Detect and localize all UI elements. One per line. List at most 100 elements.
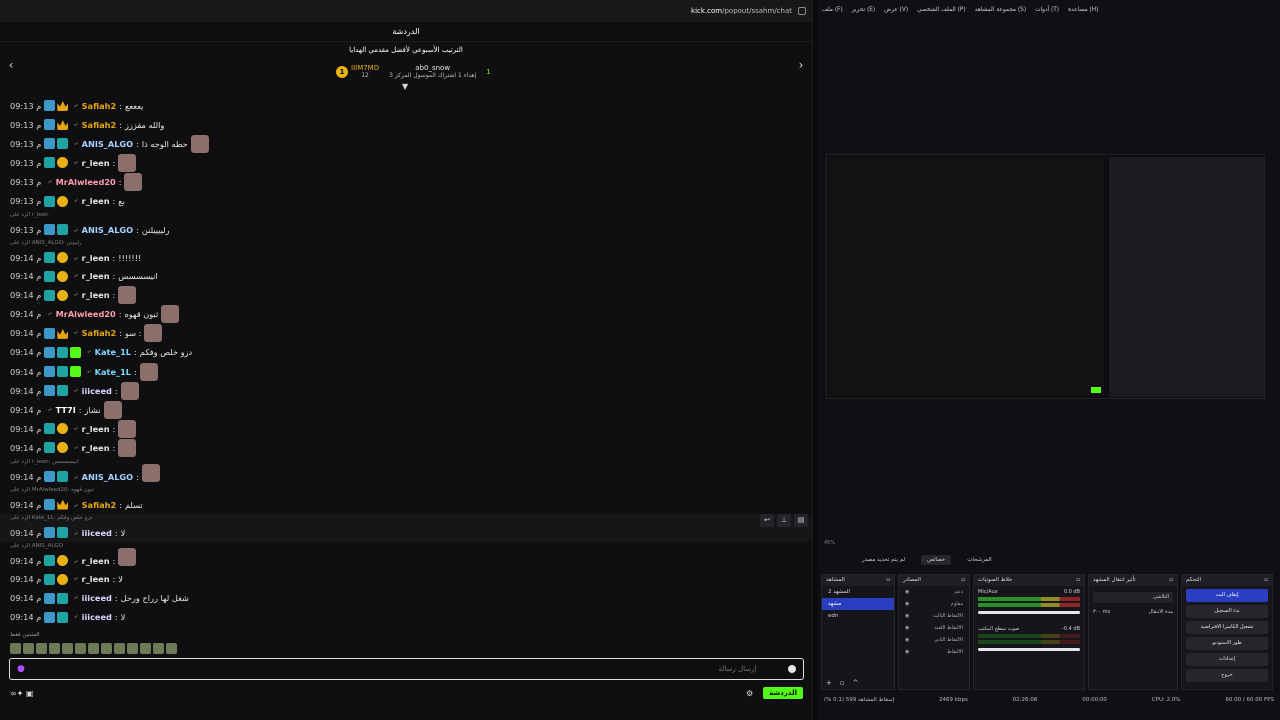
vip-badge-icon[interactable] [44,346,56,358]
reply-context[interactable]: الرد على r_leen: انيسسسس [10,459,79,465]
source-item[interactable]: ◉ دعم [899,586,969,598]
emote[interactable] [88,643,99,654]
reply-arrow-icon[interactable]: ⤶ [74,140,77,148]
chat-message[interactable]: 09:13 م ⤶ Safiah2: يعععع [0,96,812,115]
reply-context[interactable]: الرد على r_leen [10,212,49,218]
reply-arrow-icon[interactable]: ⤶ [74,329,77,337]
chat-username[interactable]: r_leen [82,271,110,281]
add-icon[interactable]: + [826,679,832,687]
chat-message[interactable]: 09:14 م ⤶ r_leen: لا [0,570,812,589]
reply-arrow-icon[interactable]: ⤶ [74,594,77,602]
chat-username[interactable]: r_leen [82,290,110,300]
sub-badge-icon[interactable] [57,366,69,378]
emote[interactable] [23,643,34,654]
chat-username[interactable]: MrAlwleed20 [56,177,116,187]
scene-item-selected[interactable]: مشهد [822,598,894,610]
emote[interactable] [140,643,151,654]
chat-username[interactable]: iiiceed [82,593,112,603]
coin-badge-icon[interactable] [57,442,69,454]
chat-message[interactable]: 09:14 م ⤶ r_leen: [0,438,812,457]
chat-message[interactable]: الرد على ANIS_ALGO: رلييينن 09:14 م ⤶ r_lee… [0,239,812,267]
obs-menu-item[interactable]: ملف (F) [822,7,843,13]
reply-context[interactable]: الرد على MrAlwleed20: ثبون قهوه [10,487,94,493]
stop-stream-button[interactable]: إيقاف البث [1186,589,1268,602]
sub-badge-icon[interactable] [44,573,56,585]
vip-badge-icon[interactable] [44,385,56,397]
eye-icon[interactable]: ◉ [905,601,909,607]
coin-badge-icon[interactable] [57,423,69,435]
emote[interactable] [75,643,86,654]
emoji-icon[interactable] [787,665,796,673]
coin-badge-icon[interactable] [57,289,69,301]
emote[interactable] [101,643,112,654]
send-button[interactable]: الدردشة [763,687,803,699]
chat-username[interactable]: ANIS_ALGO [82,139,133,149]
duration-input[interactable]: ٣٠٠ ms [1093,609,1110,615]
browser-url-bar[interactable]: kick.com/popout/ssahm/chat [0,0,812,22]
reply-arrow-icon[interactable]: ⤶ [74,425,77,433]
crown-badge-icon[interactable] [57,328,69,339]
coin-badge-icon[interactable] [57,554,69,566]
chat-username[interactable]: r_leen [82,253,110,263]
scene-item[interactable]: edn [822,610,894,622]
reply-arrow-icon[interactable]: ⤶ [74,502,77,510]
eye-icon[interactable]: ◉ [905,589,909,595]
sub-badge-icon[interactable] [57,611,69,623]
transition-select[interactable]: التلاشي [1093,592,1173,603]
chat-message[interactable]: 09:13 م ⤶ ANIS_ALGO: حطه الوجه ذا [0,134,812,153]
obs-menu-item[interactable]: الملف الشخصي (P) [917,7,966,13]
crown-badge-icon[interactable] [57,120,69,131]
chat-username[interactable]: r_leen [82,196,110,206]
vip-badge-icon[interactable] [44,611,56,623]
vip-badge-icon[interactable] [44,592,56,604]
chat-message[interactable]: الرد على ANIS_ALGO 09:14 م ⤶ r_leen: [0,542,812,570]
vip-badge-icon[interactable] [44,119,56,131]
vip-badge-icon[interactable] [44,100,56,112]
tab-filters[interactable]: المرشحات [961,555,997,565]
obs-menu-item[interactable]: عرض (V) [884,7,908,13]
coin-badge-icon[interactable] [57,573,69,585]
volume-slider[interactable] [978,611,1080,614]
leaderboard-entry[interactable]: 1 [486,64,490,79]
settings-button[interactable]: إعدادات [1186,653,1268,666]
sub-badge-icon[interactable] [44,251,56,263]
reply-arrow-icon[interactable]: ⤶ [87,368,90,376]
chat-username[interactable]: iiiceed [82,386,112,396]
tab-no-source[interactable]: لم يتم تحديد مصدر [856,555,911,565]
chat-message[interactable]: الرد على r_leen: انيسسسس 09:14 م ⤶ ANIS_ALG… [0,458,812,486]
virtual-camera-button[interactable]: تشغيل الكاميرا الافتراضية [1186,621,1268,634]
popout-icon[interactable] [798,7,806,15]
reply-arrow-icon[interactable]: ⤶ [48,310,51,318]
reply-arrow-icon[interactable]: ⤶ [74,444,77,452]
dock-menu-icon[interactable]: ▫ [1169,575,1173,586]
chat-message[interactable]: 09:14 م ⤶ iiiceed: [0,381,812,400]
eye-icon[interactable]: ◉ [905,613,909,619]
emote[interactable] [114,643,125,654]
reply-arrow-icon[interactable]: ⤶ [74,121,77,129]
chat-message[interactable]: 09:14 م ⤶ Safiah2: سو : [0,324,812,343]
dock-menu-icon[interactable]: ▫ [1076,575,1080,586]
reply-arrow-icon[interactable]: ⤶ [74,387,77,395]
chat-username[interactable]: MrAlwleed20 [56,309,116,319]
pin-icon[interactable]: ⊥ [777,514,791,527]
coin-badge-icon[interactable] [57,157,69,169]
chat-username[interactable]: r_leen [82,574,110,584]
chat-username[interactable]: ANIS_ALGO [82,472,133,482]
coin-badge-icon[interactable] [57,195,69,207]
chat-username[interactable]: r_leen [82,424,110,434]
chat-username[interactable]: Safiah2 [82,500,117,510]
reply-context[interactable]: الرد على Kate_1L: دزو خلص وفكم [10,515,92,521]
chat-message[interactable]: 09:14 م ⤶ r_leen: [0,419,812,438]
chat-message[interactable]: 09:13 م ⤶ Safiah2: والله مقززز [0,115,812,134]
emote[interactable] [49,643,60,654]
eye-icon[interactable]: ◉ [905,637,909,643]
reply-arrow-icon[interactable]: ⤶ [74,575,77,583]
chat-username[interactable]: ANIS_ALGO [82,225,133,235]
obs-menu-item[interactable]: تحرير (E) [852,7,875,13]
reply-arrow-icon[interactable]: ⤶ [87,348,90,356]
sub-badge-icon[interactable] [44,270,56,282]
sub-badge-icon[interactable] [57,138,69,150]
chat-message[interactable]: 09:14 م ⤶ r_leen: انيسسسس [0,267,812,286]
chat-username[interactable]: Kate_1L [95,347,131,357]
reply-arrow-icon[interactable]: ⤶ [74,159,77,167]
